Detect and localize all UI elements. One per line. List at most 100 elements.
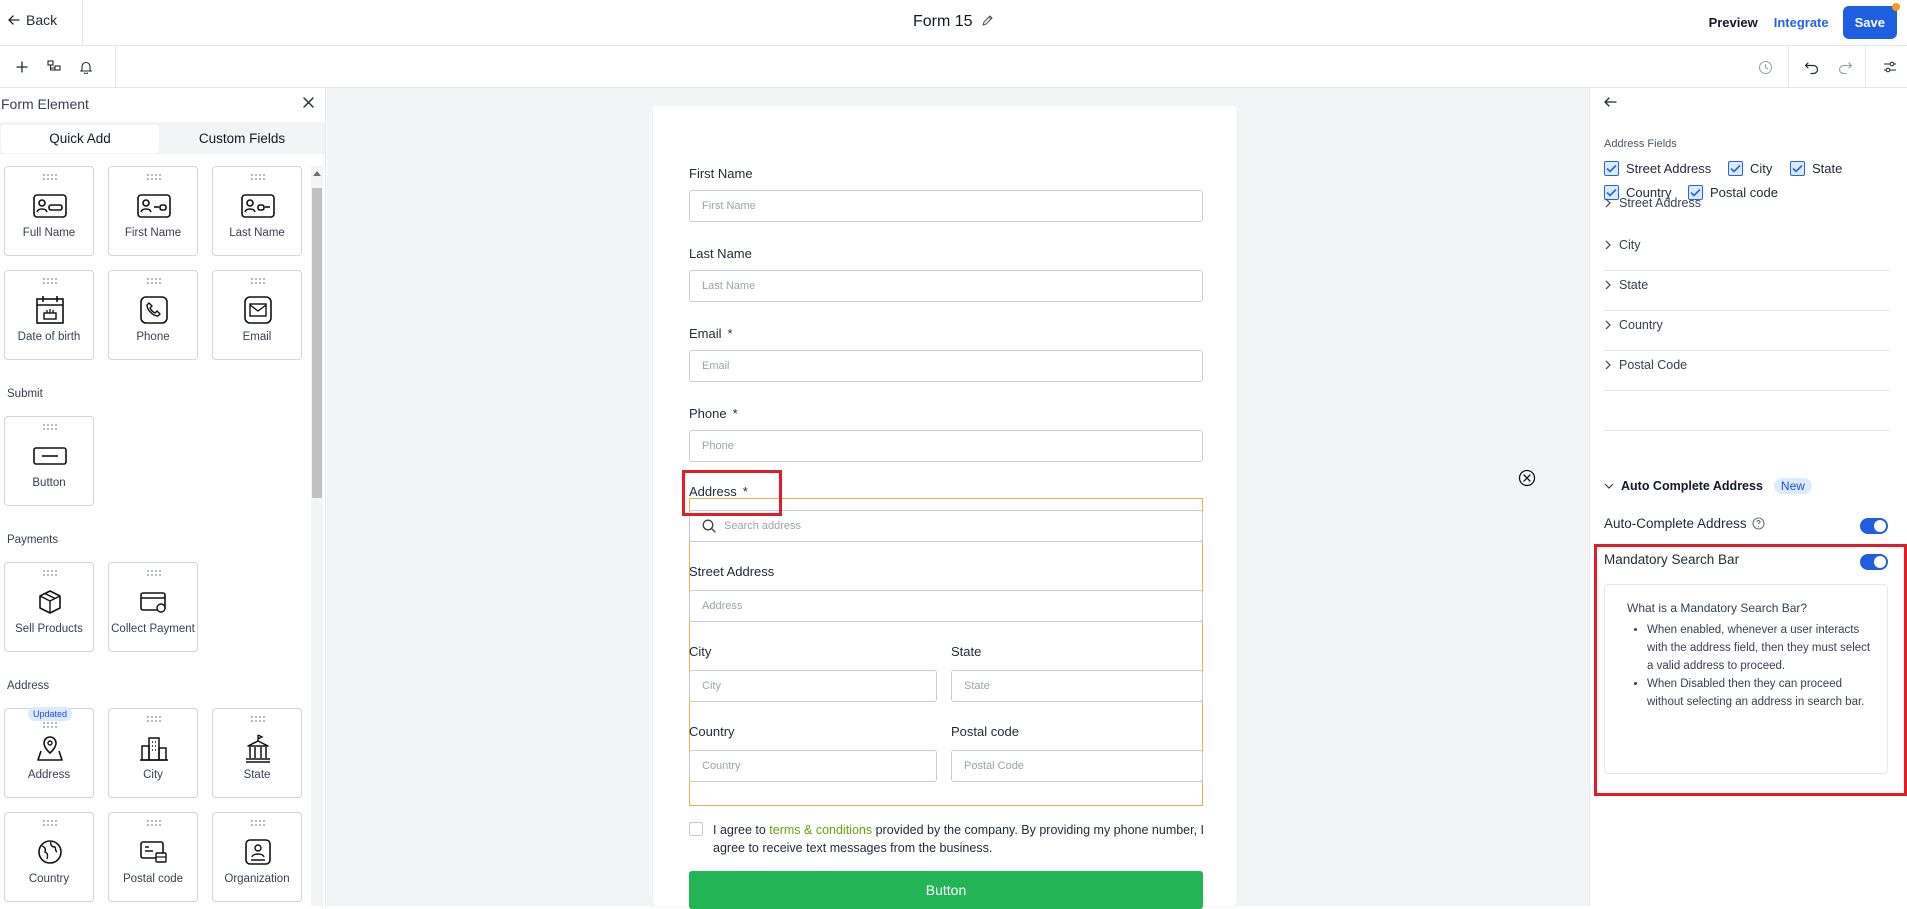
layers-icon[interactable] (44, 57, 64, 77)
element-label: Organization (224, 873, 290, 885)
back-button[interactable]: Back (8, 12, 57, 28)
email-input[interactable]: Email (689, 350, 1203, 382)
redo-icon[interactable] (1835, 57, 1855, 77)
element-label: First Name (124, 227, 182, 239)
first-name-label: First Name (689, 166, 753, 181)
accordion-label: City (1619, 238, 1641, 252)
chevron-down-icon (1604, 482, 1614, 490)
checkbox-street-address[interactable]: Street Address (1604, 161, 1711, 176)
element-postal-code[interactable]: Postal code (108, 812, 198, 902)
accordion-country[interactable]: Country (1604, 318, 1890, 332)
arrow-left-icon[interactable] (1604, 96, 1617, 108)
element-full-name[interactable]: Full Name (4, 166, 94, 256)
updated-badge: Updated (28, 707, 73, 721)
form-submit-button[interactable]: Button (689, 871, 1203, 909)
street-address-input[interactable]: Address (689, 590, 1203, 622)
element-date-of-birth[interactable]: Date of birth (4, 270, 94, 360)
bell-icon[interactable] (76, 57, 96, 77)
add-icon[interactable] (12, 57, 32, 77)
edit-pencil-icon[interactable] (981, 14, 994, 27)
element-label: Last Name (229, 227, 285, 239)
terms-link[interactable]: terms & conditions (769, 823, 872, 837)
top-actions: Preview Integrate Save (1709, 3, 1900, 39)
consent-checkbox[interactable] (689, 822, 703, 836)
box-icon (33, 585, 67, 619)
element-label: Email (242, 331, 272, 343)
postal-code-label: Postal code (951, 724, 1019, 739)
form-title-text[interactable]: Form 15 (913, 13, 973, 30)
element-last-name[interactable]: Last Name (212, 166, 302, 256)
country-input[interactable]: Country (689, 750, 937, 782)
consent-prefix: I agree to (713, 823, 770, 837)
auto-complete-toggle[interactable] (1860, 518, 1888, 534)
element-email[interactable]: Email (212, 270, 302, 360)
divider (1604, 430, 1890, 431)
element-button[interactable]: Button (4, 416, 94, 506)
accordion-postal-code[interactable]: Postal Code (1604, 358, 1890, 372)
scroll-up-icon[interactable] (313, 170, 321, 176)
divider (1604, 350, 1890, 351)
accordion-street-address[interactable]: Street Address (1604, 196, 1890, 210)
checkbox-city[interactable]: City (1728, 161, 1772, 176)
address-fields-label: Address Fields (1604, 138, 1677, 150)
drag-handle-icon (43, 722, 57, 728)
help-circle-icon[interactable] (1752, 517, 1765, 530)
save-button[interactable]: Save (1842, 3, 1900, 39)
divider (115, 46, 116, 88)
element-label: Collect Payment (111, 623, 195, 635)
accordion-city[interactable]: City (1604, 238, 1890, 252)
element-address[interactable]: Updated Address (4, 707, 94, 798)
checkbox-checked-icon (1728, 161, 1743, 176)
accordion-auto-complete-address[interactable]: Auto Complete Address New (1604, 478, 1890, 494)
element-city[interactable]: City (108, 708, 198, 798)
settings-sliders-icon[interactable] (1880, 57, 1900, 77)
notification-dot (1892, 3, 1900, 11)
element-sell-products[interactable]: Sell Products (4, 562, 94, 652)
drag-handle-icon (43, 174, 57, 180)
integrate-button[interactable]: Integrate (1774, 15, 1829, 30)
section-address: Address (7, 680, 50, 692)
element-label: Postal code (122, 873, 184, 885)
accordion-state[interactable]: State (1604, 278, 1890, 292)
element-collect-payment[interactable]: Collect Payment (108, 562, 198, 652)
button-icon (33, 439, 67, 473)
postal-code-input[interactable]: Postal Code (951, 750, 1203, 782)
city-input[interactable]: City (689, 670, 937, 702)
section-payments: Payments (7, 534, 59, 546)
checkbox-label: State (1812, 161, 1843, 176)
new-badge: New (1773, 478, 1812, 494)
first-name-input[interactable]: First Name (689, 190, 1203, 222)
checkbox-label: City (1750, 161, 1773, 176)
remove-field-icon[interactable] (1518, 469, 1536, 487)
close-icon[interactable] (302, 96, 315, 109)
element-grid: Full Name First Name Last Name Date of b… (0, 166, 310, 906)
panel-header: Form Element (0, 94, 325, 116)
panel-title: Form Element (1, 96, 89, 112)
tab-quick-add[interactable]: Quick Add (1, 125, 159, 153)
state-label: State (951, 644, 982, 659)
checkbox-checked-icon (1604, 161, 1619, 176)
divider (82, 0, 83, 46)
element-organization[interactable]: Organization (212, 812, 302, 902)
element-first-name[interactable]: First Name (108, 166, 198, 256)
phone-input[interactable]: Phone (689, 430, 1203, 462)
drag-handle-icon (43, 570, 57, 576)
element-label: Button (32, 477, 66, 489)
last-name-input[interactable]: Last Name (689, 270, 1203, 302)
chevron-right-icon (1604, 240, 1612, 250)
tab-custom-fields[interactable]: Custom Fields (163, 125, 321, 153)
panel-scrollbar[interactable] (311, 166, 323, 906)
form-canvas: First Name First Name Last Name Last Nam… (327, 88, 1589, 909)
preview-button[interactable]: Preview (1709, 15, 1758, 30)
history-icon[interactable] (1755, 57, 1775, 77)
element-state[interactable]: State (212, 708, 302, 798)
id-card-icon (241, 189, 275, 223)
undo-icon[interactable] (1801, 57, 1821, 77)
element-phone[interactable]: Phone (108, 270, 198, 360)
element-label: City (143, 769, 163, 781)
state-input[interactable]: State (951, 670, 1203, 702)
scrollbar-thumb[interactable] (312, 188, 322, 498)
checkbox-state[interactable]: State (1790, 161, 1842, 176)
id-card-icon (137, 189, 171, 223)
element-country[interactable]: Country (4, 812, 94, 902)
